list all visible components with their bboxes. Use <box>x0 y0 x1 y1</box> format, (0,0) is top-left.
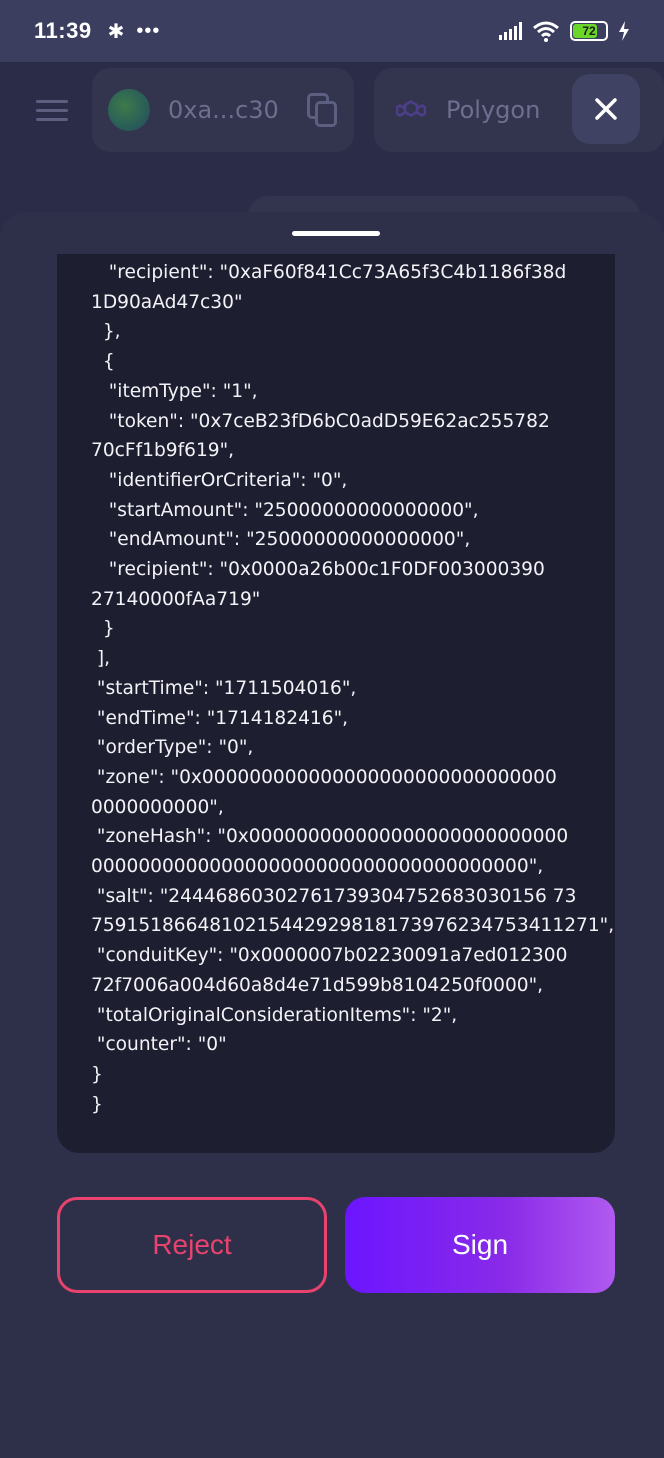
signal-icon <box>499 22 522 40</box>
code-line: 0000000000000000000000000000000000000", <box>91 856 544 878</box>
code-line: "identifierOrCriteria": "0", <box>91 469 348 491</box>
code-line: "endAmount": "25000000000000000", <box>91 529 471 551</box>
network-name: Polygon <box>446 96 541 124</box>
slack-icon: ✱ <box>107 20 125 43</box>
code-line: "conduitKey": "0x0000007b02230091a7ed012… <box>91 945 568 967</box>
code-line: 27140000fAa719" <box>91 588 261 610</box>
code-line: "recipient": "0x0000a26b00c1F0DF00300039… <box>91 559 545 581</box>
app-header: 0xa...c30 Polygon <box>0 62 664 236</box>
message-json: "recipient": "0xaF60f841Cc73A65f3C4b1186… <box>91 258 615 1119</box>
code-line: 1D90aAd47c30" <box>91 291 243 313</box>
sheet-drag-handle[interactable] <box>292 231 380 236</box>
code-line: "itemType": "1", <box>91 380 258 402</box>
battery-icon: 72 <box>570 21 608 41</box>
wallet-selector[interactable]: 0xa...c30 <box>92 68 354 152</box>
polygon-icon <box>396 100 426 117</box>
reject-button[interactable]: Reject <box>57 1197 327 1293</box>
code-line: }, <box>91 321 121 343</box>
message-data-scroll[interactable]: "recipient": "0xaF60f841Cc73A65f3C4b1186… <box>57 254 615 1153</box>
code-line: 72f7006a004d60a8d4e71d599b8104250f0000", <box>91 974 544 996</box>
close-button[interactable] <box>572 74 640 144</box>
close-icon <box>595 98 617 120</box>
code-line: "startAmount": "25000000000000000", <box>91 499 479 521</box>
code-line: "token": "0x7ceB23fD6bC0adD59E62ac255782 <box>91 410 550 432</box>
code-line: } <box>91 1063 103 1085</box>
code-line: { <box>91 351 115 373</box>
wifi-icon <box>533 21 559 42</box>
code-line: "zoneHash": "0x0000000000000000000000000… <box>91 826 569 848</box>
menu-icon[interactable] <box>36 100 68 122</box>
battery-level: 72 <box>582 24 596 38</box>
status-bar: 11:39 ✱ ••• 72 <box>0 0 664 62</box>
status-indicators: 72 <box>499 20 630 42</box>
code-line: "counter": "0" <box>91 1034 227 1056</box>
code-line: ], <box>91 648 111 670</box>
more-notifications-icon: ••• <box>136 19 161 42</box>
code-line: "totalOriginalConsiderationItems": "2", <box>91 1004 458 1026</box>
code-line: 70cFf1b9f619", <box>91 440 235 462</box>
sign-button[interactable]: Sign <box>345 1197 615 1293</box>
code-line: 0000000000", <box>91 796 224 818</box>
code-line: 7591518664810215442929818173976234753411… <box>91 915 615 937</box>
charging-icon <box>619 21 629 41</box>
code-line: } <box>91 1093 103 1115</box>
wallet-address: 0xa...c30 <box>168 96 279 124</box>
copy-icon[interactable] <box>306 93 337 127</box>
code-line: } <box>91 618 115 640</box>
code-line: "recipient": "0xaF60f841Cc73A65f3C4b1186… <box>91 262 567 283</box>
signature-request-sheet: "recipient": "0xaF60f841Cc73A65f3C4b1186… <box>0 212 664 1458</box>
code-line: "orderType": "0", <box>91 737 254 759</box>
status-time: 11:39 <box>34 18 92 43</box>
code-line: "salt": "2444686030276173930475268303015… <box>91 885 577 907</box>
avatar <box>108 89 150 131</box>
code-line: "endTime": "1714182416", <box>91 707 349 729</box>
code-line: "zone": "0x00000000000000000000000000000… <box>91 766 557 788</box>
code-line: "startTime": "1711504016", <box>91 677 357 699</box>
